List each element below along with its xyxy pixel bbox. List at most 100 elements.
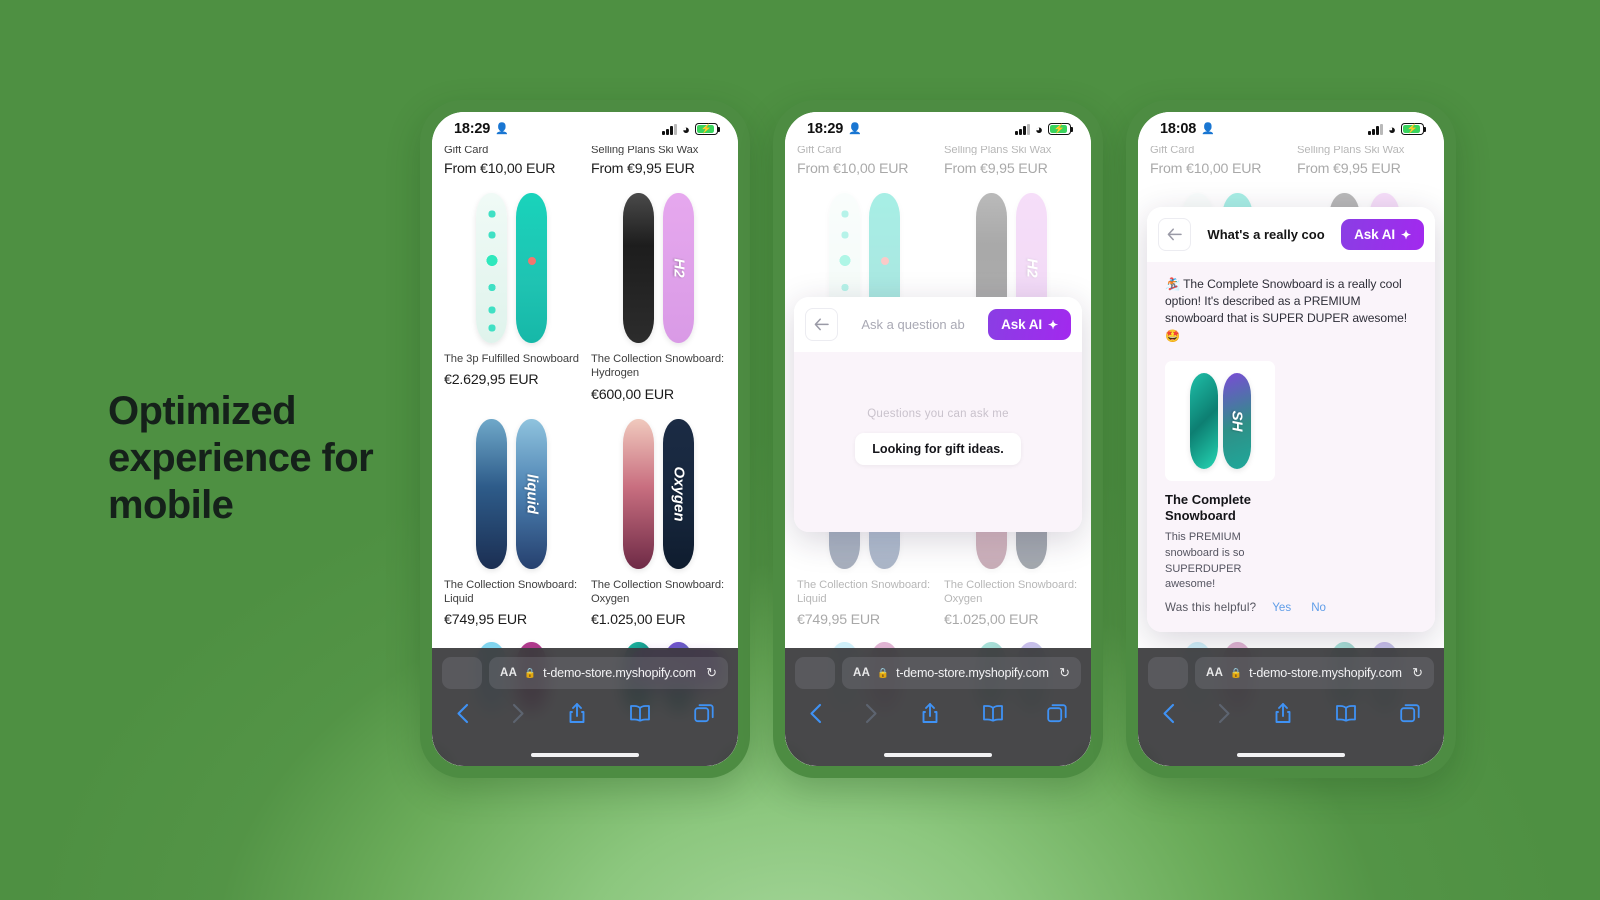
phone-screen-1: 18:29 👤 ◕ ⚡ Gift Card From €10,00 EUR Se… xyxy=(432,112,738,766)
product-card[interactable]: Selling Plans Ski Wax From €9,95 EUR xyxy=(591,144,726,179)
product-image: liquid xyxy=(444,418,579,569)
url-text: t-demo-store.myshopify.com xyxy=(896,666,1049,680)
reload-icon[interactable]: ↻ xyxy=(1412,665,1423,681)
status-bar-right: ◕ ⚡ xyxy=(661,123,721,136)
wifi-icon: ◕ xyxy=(1388,121,1396,137)
ask-ai-input[interactable]: What's a really coo xyxy=(1201,227,1331,242)
recommended-product-title[interactable]: The Complete Snowboard xyxy=(1165,492,1290,524)
reload-icon[interactable]: ↻ xyxy=(706,665,717,681)
url-text: t-demo-store.myshopify.com xyxy=(543,666,696,680)
back-arrow-icon[interactable] xyxy=(1158,218,1191,251)
address-bar[interactable]: AA 🔒 t-demo-store.myshopify.com ↻ xyxy=(842,657,1081,689)
forward-chevron-icon[interactable] xyxy=(1218,703,1231,728)
page-settings-button[interactable] xyxy=(795,657,835,689)
forward-chevron-icon[interactable] xyxy=(512,703,525,728)
product-card[interactable]: Gift Card From €10,00 EUR xyxy=(444,144,579,179)
product-name: The Collection Snowboard: Oxygen xyxy=(591,578,725,605)
phone-mockup-2: 18:29 👤 ◕ ⚡ Gift Card From €10,00 EUR Se… xyxy=(773,100,1103,778)
sparkle-icon: ✦ xyxy=(1401,227,1411,242)
text-size-icon[interactable]: AA xyxy=(500,667,517,679)
suggestion-chip[interactable]: Looking for gift ideas. xyxy=(855,432,1021,465)
bookmarks-icon[interactable] xyxy=(629,704,651,726)
product-name: The Collection Snowboard: Liquid xyxy=(797,578,931,605)
text-size-icon[interactable]: AA xyxy=(1206,667,1223,679)
recommended-product-description: This PREMIUM snowboard is so SUPERDUPER … xyxy=(1165,531,1245,591)
ai-answer-text: 🏂 The Complete Snowboard is a really coo… xyxy=(1165,277,1408,343)
reload-icon[interactable]: ↻ xyxy=(1059,665,1070,681)
suggestions-section: Questions you can ask me Looking for gif… xyxy=(812,360,1064,512)
product-image: Oxygen xyxy=(591,418,726,569)
safari-toolbar-2: AA 🔒 t-demo-store.myshopify.com ↻ xyxy=(785,648,1091,766)
text-size-icon[interactable]: AA xyxy=(853,667,870,679)
phone-mockup-3: 18:08 👤 ◕ ⚡ Gift Card From €10,00 EUR Se… xyxy=(1126,100,1456,778)
product-card[interactable]: liquid The Collection Snowboard: Liquid … xyxy=(444,405,579,631)
ask-ai-modal-header: What's a really coo Ask AI ✦ xyxy=(1147,207,1435,262)
feedback-row: Was this helpful? Yes No xyxy=(1165,599,1417,616)
sparkle-icon: ✦ xyxy=(1048,317,1058,332)
product-card[interactable]: The 3p Fulfilled Snowboard €2.629,95 EUR xyxy=(444,179,579,405)
product-card[interactable]: Oxygen The Collection Snowboard: Oxygen … xyxy=(591,405,726,631)
status-bar-3: 18:08 👤 ◕ ⚡ xyxy=(1138,112,1444,146)
home-indicator xyxy=(531,752,639,757)
battery-charging-icon: ⚡ xyxy=(695,123,721,135)
product-row-1: The 3p Fulfilled Snowboard €2.629,95 EUR… xyxy=(444,179,726,405)
address-bar[interactable]: AA 🔒 t-demo-store.myshopify.com ↻ xyxy=(1195,657,1434,689)
product-price: €749,95 EUR xyxy=(797,612,880,629)
safari-toolbar-3: AA 🔒 t-demo-store.myshopify.com ↻ xyxy=(1138,648,1444,766)
back-chevron-icon[interactable] xyxy=(1162,703,1175,728)
ask-ai-label: Ask AI xyxy=(1354,227,1396,242)
lock-icon: 🔒 xyxy=(877,667,890,679)
product-card[interactable]: Selling Plans Ski Wax From €9,95 EUR xyxy=(1297,144,1432,179)
product-price: From €9,95 EUR xyxy=(944,161,1048,177)
phone-screen-2: 18:29 👤 ◕ ⚡ Gift Card From €10,00 EUR Se… xyxy=(785,112,1091,766)
page-settings-button[interactable] xyxy=(1148,657,1188,689)
product-price: From €10,00 EUR xyxy=(444,161,556,177)
ask-ai-submit-button[interactable]: Ask AI ✦ xyxy=(1341,219,1424,250)
product-card[interactable]: Selling Plans Ski Wax From €9,95 EUR xyxy=(944,144,1079,179)
product-name: The Collection Snowboard: Liquid xyxy=(444,578,578,605)
back-arrow-icon[interactable] xyxy=(805,308,838,341)
back-chevron-icon[interactable] xyxy=(809,703,822,728)
status-bar-right: ◕ ⚡ xyxy=(1367,121,1427,137)
product-price: From €10,00 EUR xyxy=(1150,161,1262,177)
tabs-icon[interactable] xyxy=(1400,703,1420,727)
share-icon[interactable] xyxy=(568,702,586,728)
feedback-yes-button[interactable]: Yes xyxy=(1268,599,1295,616)
forward-chevron-icon[interactable] xyxy=(865,703,878,728)
ask-ai-label: Ask AI xyxy=(1001,317,1043,332)
safari-nav-row xyxy=(1138,689,1444,728)
status-bar-1: 18:29 👤 ◕ ⚡ xyxy=(432,112,738,146)
page-settings-button[interactable] xyxy=(442,657,482,689)
product-price: From €9,95 EUR xyxy=(591,161,695,177)
share-icon[interactable] xyxy=(1274,702,1292,728)
lock-icon: 🔒 xyxy=(1230,667,1243,679)
feedback-no-button[interactable]: No xyxy=(1307,599,1330,616)
status-bar-left: 18:08 👤 xyxy=(1160,121,1215,137)
suggestions-label: Questions you can ask me xyxy=(867,407,1009,420)
safari-nav-row xyxy=(432,689,738,728)
product-price: €2.629,95 EUR xyxy=(444,372,539,389)
tabs-icon[interactable] xyxy=(1047,703,1067,727)
phone-mockup-1: 18:29 👤 ◕ ⚡ Gift Card From €10,00 EUR Se… xyxy=(420,100,750,778)
home-indicator xyxy=(1237,752,1345,757)
tabs-icon[interactable] xyxy=(694,703,714,727)
ask-ai-submit-button[interactable]: Ask AI ✦ xyxy=(988,309,1071,340)
phone-screen-3: 18:08 👤 ◕ ⚡ Gift Card From €10,00 EUR Se… xyxy=(1138,112,1444,766)
bookmarks-icon[interactable] xyxy=(1335,704,1357,726)
ask-ai-modal-header: Ask a question ab Ask AI ✦ xyxy=(794,297,1082,352)
address-bar[interactable]: AA 🔒 t-demo-store.myshopify.com ↻ xyxy=(489,657,728,689)
cellular-signal-icon xyxy=(661,124,678,135)
product-card[interactable]: Gift Card From €10,00 EUR xyxy=(1150,144,1285,179)
product-card[interactable]: H2 The Collection Snowboard: Hydrogen €6… xyxy=(591,179,726,405)
share-icon[interactable] xyxy=(921,702,939,728)
product-card[interactable]: Gift Card From €10,00 EUR xyxy=(797,144,932,179)
product-row-clipped: Gift Card From €10,00 EUR Selling Plans … xyxy=(797,144,1079,179)
product-name: The Collection Snowboard: Oxygen xyxy=(944,578,1078,605)
bookmarks-icon[interactable] xyxy=(982,704,1004,726)
ask-ai-modal-body: Questions you can ask me Looking for gif… xyxy=(794,352,1082,532)
ask-ai-input[interactable]: Ask a question ab xyxy=(848,317,978,332)
ask-ai-answer-modal: What's a really coo Ask AI ✦ 🏂 The Compl… xyxy=(1147,207,1435,632)
recommended-product-image[interactable]: SH xyxy=(1165,360,1275,481)
back-chevron-icon[interactable] xyxy=(456,703,469,728)
safari-url-row: AA 🔒 t-demo-store.myshopify.com ↻ xyxy=(1138,657,1444,689)
